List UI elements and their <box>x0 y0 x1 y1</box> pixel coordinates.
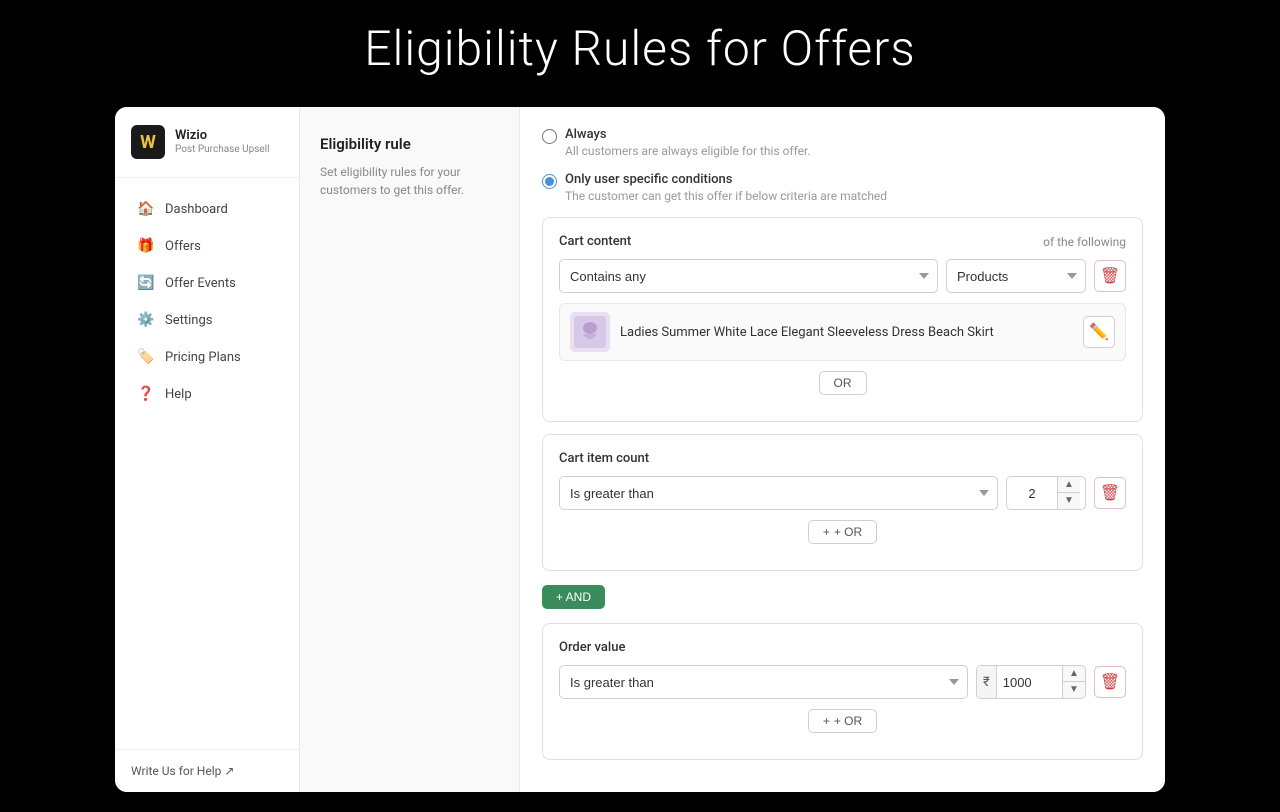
rules-panel: Always All customers are always eligible… <box>520 107 1165 792</box>
condition-order-value: Order value Is greater than Is less than… <box>542 623 1143 760</box>
cart-content-or-container: OR <box>559 371 1126 395</box>
plus-icon: + <box>823 525 830 539</box>
brand-subtitle: Post Purchase Upsell <box>175 144 270 156</box>
product-name: Ladies Summer White Lace Elegant Sleevel… <box>620 325 1073 340</box>
cart-content-delete-btn[interactable]: 🗑 <box>1094 260 1126 292</box>
product-row: Ladies Summer White Lace Elegant Sleevel… <box>559 303 1126 361</box>
info-panel: Eligibility rule Set eligibility rules f… <box>300 107 520 792</box>
sidebar-item-pricing[interactable]: 🏷️ Pricing Plans <box>121 339 293 375</box>
radio-always-title: Always <box>565 127 811 142</box>
order-value-or-btn[interactable]: + + OR <box>808 709 877 733</box>
order-value-input[interactable] <box>997 666 1062 698</box>
product-thumbnail <box>570 312 610 352</box>
write-us-label: Write Us for Help ↗ <box>131 764 234 778</box>
cart-content-title: Cart content <box>559 234 631 249</box>
order-value-select[interactable]: Is greater than Is less than Is equal to <box>559 665 968 699</box>
app-container: W Wizio Post Purchase Upsell 🏠 Dashboard… <box>115 107 1165 792</box>
cart-item-count-or-container: + + OR <box>559 520 1126 544</box>
sidebar-item-help[interactable]: ❓ Help <box>121 376 293 412</box>
cart-content-product-select[interactable]: Products <box>946 259 1086 293</box>
condition-cart-item-count: Cart item count Is greater than Is less … <box>542 434 1143 571</box>
brand-logo: W <box>131 125 165 159</box>
cart-item-count-input[interactable] <box>1007 477 1057 509</box>
stepper-down-btn[interactable]: ▼ <box>1058 493 1080 509</box>
order-plus-icon: + <box>823 714 830 728</box>
sidebar-footer: Write Us for Help ↗ <box>115 749 299 792</box>
sidebar-item-dashboard[interactable]: 🏠 Dashboard <box>121 191 293 227</box>
settings-icon: ⚙️ <box>137 311 155 329</box>
radio-user-specific-desc: The customer can get this offer if below… <box>565 189 887 203</box>
sidebar-nav: 🏠 Dashboard 🎁 Offers 🔄 Offer Events ⚙️ S… <box>115 178 299 749</box>
order-value-title: Order value <box>559 640 625 655</box>
order-stepper-up-btn[interactable]: ▲ <box>1063 666 1085 682</box>
stepper-up-btn[interactable]: ▲ <box>1058 477 1080 493</box>
order-value-or-container: + + OR <box>559 709 1126 733</box>
sidebar-label-offers: Offers <box>165 239 201 254</box>
cart-item-count-or-btn[interactable]: + + OR <box>808 520 877 544</box>
and-btn-container: + AND <box>542 585 1143 609</box>
cart-content-or-btn[interactable]: OR <box>819 371 867 395</box>
brand-name: Wizio <box>175 128 270 144</box>
offers-icon: 🎁 <box>137 237 155 255</box>
sidebar-item-settings[interactable]: ⚙️ Settings <box>121 302 293 338</box>
cart-item-count-delete-btn[interactable]: 🗑 <box>1094 477 1126 509</box>
order-value-delete-btn[interactable]: 🗑 <box>1094 666 1126 698</box>
write-us-link[interactable]: Write Us for Help ↗ <box>131 764 283 778</box>
sidebar: W Wizio Post Purchase Upsell 🏠 Dashboard… <box>115 107 300 792</box>
sidebar-label-help: Help <box>165 387 192 402</box>
radio-user-specific: Only user specific conditions The custom… <box>542 172 1143 203</box>
info-panel-desc: Set eligibility rules for your customers… <box>320 163 499 199</box>
sidebar-label-pricing: Pricing Plans <box>165 350 241 365</box>
cart-item-count-title: Cart item count <box>559 451 649 466</box>
sidebar-label-settings: Settings <box>165 313 212 328</box>
radio-user-specific-title: Only user specific conditions <box>565 172 887 187</box>
sidebar-brand: W Wizio Post Purchase Upsell <box>115 107 299 178</box>
radio-always-input[interactable] <box>542 129 557 144</box>
order-stepper-down-btn[interactable]: ▼ <box>1063 682 1085 698</box>
dashboard-icon: 🏠 <box>137 200 155 218</box>
product-edit-btn[interactable]: ✏️ <box>1083 316 1115 348</box>
cart-item-count-select[interactable]: Is greater than Is less than Is equal to <box>559 476 998 510</box>
sidebar-label-dashboard: Dashboard <box>165 202 228 217</box>
and-btn[interactable]: + AND <box>542 585 605 609</box>
main-content: Eligibility rule Set eligibility rules f… <box>300 107 1165 792</box>
radio-always: Always All customers are always eligible… <box>542 127 1143 158</box>
condition-cart-content: Cart content of the following Contains a… <box>542 217 1143 422</box>
sidebar-item-offers[interactable]: 🎁 Offers <box>121 228 293 264</box>
offer-events-icon: 🔄 <box>137 274 155 292</box>
of-following-label: of the following <box>1043 235 1126 249</box>
radio-always-desc: All customers are always eligible for th… <box>565 144 811 158</box>
sidebar-label-offer-events: Offer Events <box>165 276 236 291</box>
radio-user-specific-input[interactable] <box>542 174 557 189</box>
currency-symbol: ₹ <box>977 666 997 698</box>
pricing-icon: 🏷️ <box>137 348 155 366</box>
cart-item-count-stepper: ▲ ▼ <box>1006 476 1086 510</box>
page-heading: Eligibility Rules for Offers <box>364 20 916 77</box>
order-value-currency-wrapper: ₹ ▲ ▼ <box>976 665 1086 699</box>
help-icon: ❓ <box>137 385 155 403</box>
sidebar-item-offer-events[interactable]: 🔄 Offer Events <box>121 265 293 301</box>
cart-content-select[interactable]: Contains any Contains all Does not conta… <box>559 259 938 293</box>
info-panel-title: Eligibility rule <box>320 135 499 153</box>
